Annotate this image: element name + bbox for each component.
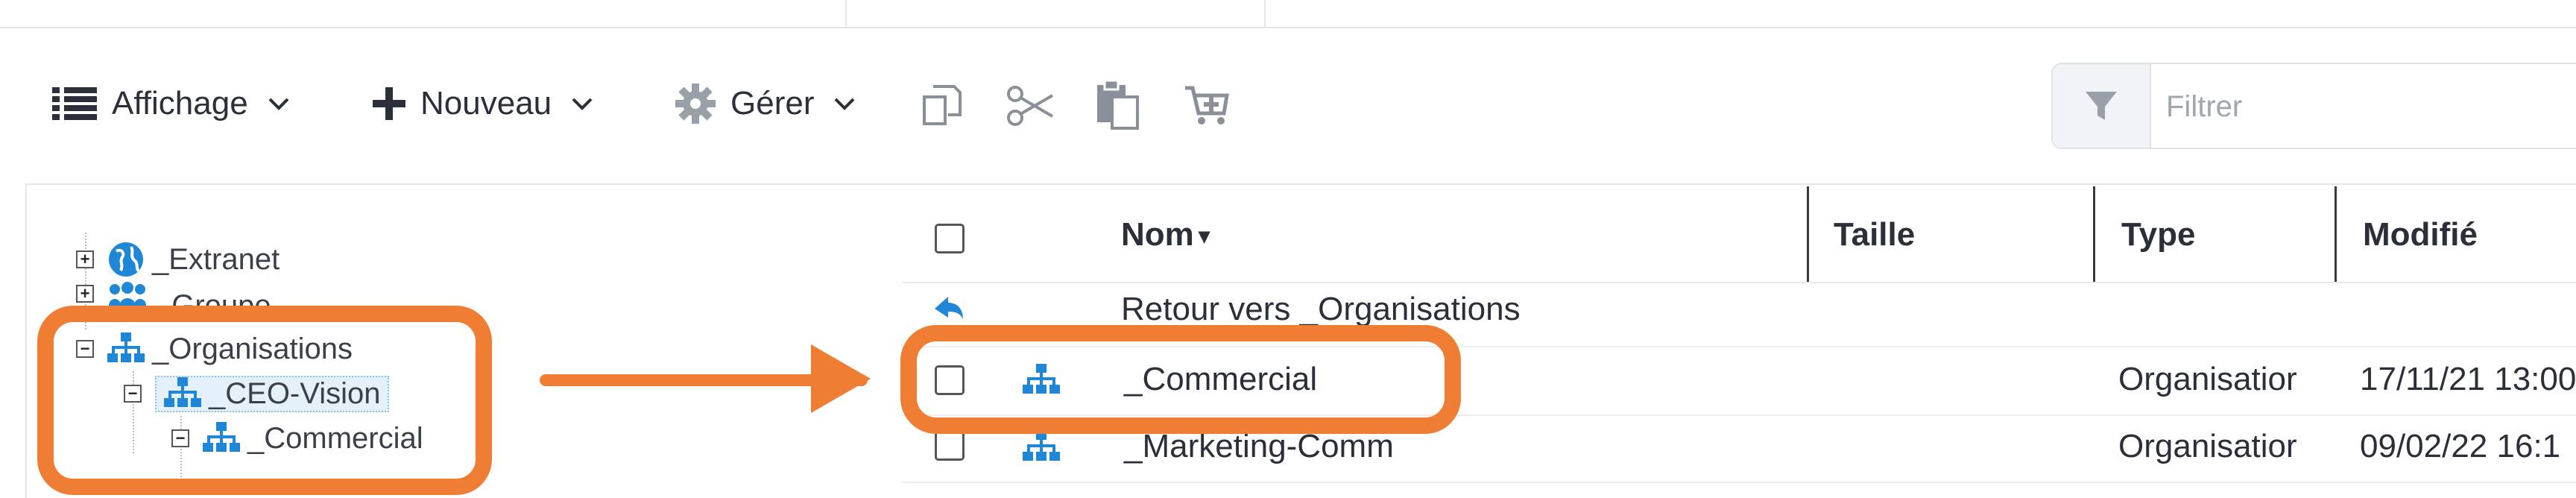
column-header-type[interactable]: Type [2121,216,2195,253]
row-modified: 09/02/22 16:1 [2360,428,2561,464]
globe-icon [109,242,143,277]
cut-button[interactable] [1006,83,1054,132]
manage-menu[interactable]: Gérer [675,78,856,130]
tree-label: _Groupe [155,289,271,307]
row-divider [902,482,2576,483]
filter-input[interactable] [2165,64,2576,149]
manage-label: Gérer [730,85,815,122]
chevron-down-icon [572,98,593,110]
top-divider [845,0,847,27]
back-arrow-icon [935,297,963,319]
top-strip [0,0,2576,28]
column-separator[interactable] [1807,186,1809,283]
list-icon [52,87,97,120]
expand-icon[interactable]: + [76,285,94,303]
plus-icon [373,87,405,120]
back-button[interactable] [932,295,965,326]
highlight-tree [37,306,492,495]
filter-button[interactable] [2053,64,2151,148]
row-type: Organisatior [2118,428,2297,464]
display-label: Affichage [112,85,248,122]
row-checkbox[interactable] [935,431,965,461]
select-all-checkbox[interactable] [935,224,965,253]
funnel-icon [2086,92,2117,120]
copy-icon [923,85,962,125]
arrow-head-icon [811,344,871,413]
new-label: Nouveau [420,85,552,122]
paste-icon [1097,79,1139,130]
column-name-label: Nom [1121,216,1194,253]
header-divider [902,282,2576,283]
display-menu[interactable]: Affichage [52,78,290,130]
column-header-modified[interactable]: Modifié [2363,216,2478,253]
tree-label: _Extranet [152,242,280,276]
copy-button[interactable] [918,82,965,132]
users-icon [109,282,146,307]
column-separator[interactable] [2334,186,2337,283]
chevron-down-icon [268,98,289,110]
paste-button[interactable] [1096,79,1139,133]
chevron-down-icon [835,98,855,110]
add-to-cart-button[interactable] [1184,83,1230,130]
column-header-name[interactable]: Nom▼ [1121,216,1215,253]
column-separator[interactable] [2093,186,2095,283]
scissors-icon [1007,86,1054,126]
sort-down-icon: ▼ [1193,224,1215,248]
filter-box [2051,63,2576,149]
new-menu[interactable]: Nouveau [373,78,593,130]
row-type: Organisatior [2118,361,2297,397]
cart-plus-icon [1185,86,1229,125]
gear-icon [675,83,716,124]
back-link[interactable]: Retour vers _Organisations [1121,291,1521,328]
org-chart-icon [1023,431,1060,461]
top-divider [1264,0,1266,27]
tree-item-extranet[interactable]: + _Extranet [76,237,280,282]
column-header-size[interactable]: Taille [1834,216,1915,253]
row-modified: 17/11/21 13:00 [2360,361,2576,397]
expand-icon[interactable]: + [76,250,94,268]
tree-item-groups[interactable]: + _Groupe [76,282,271,307]
highlight-row [900,325,1461,434]
